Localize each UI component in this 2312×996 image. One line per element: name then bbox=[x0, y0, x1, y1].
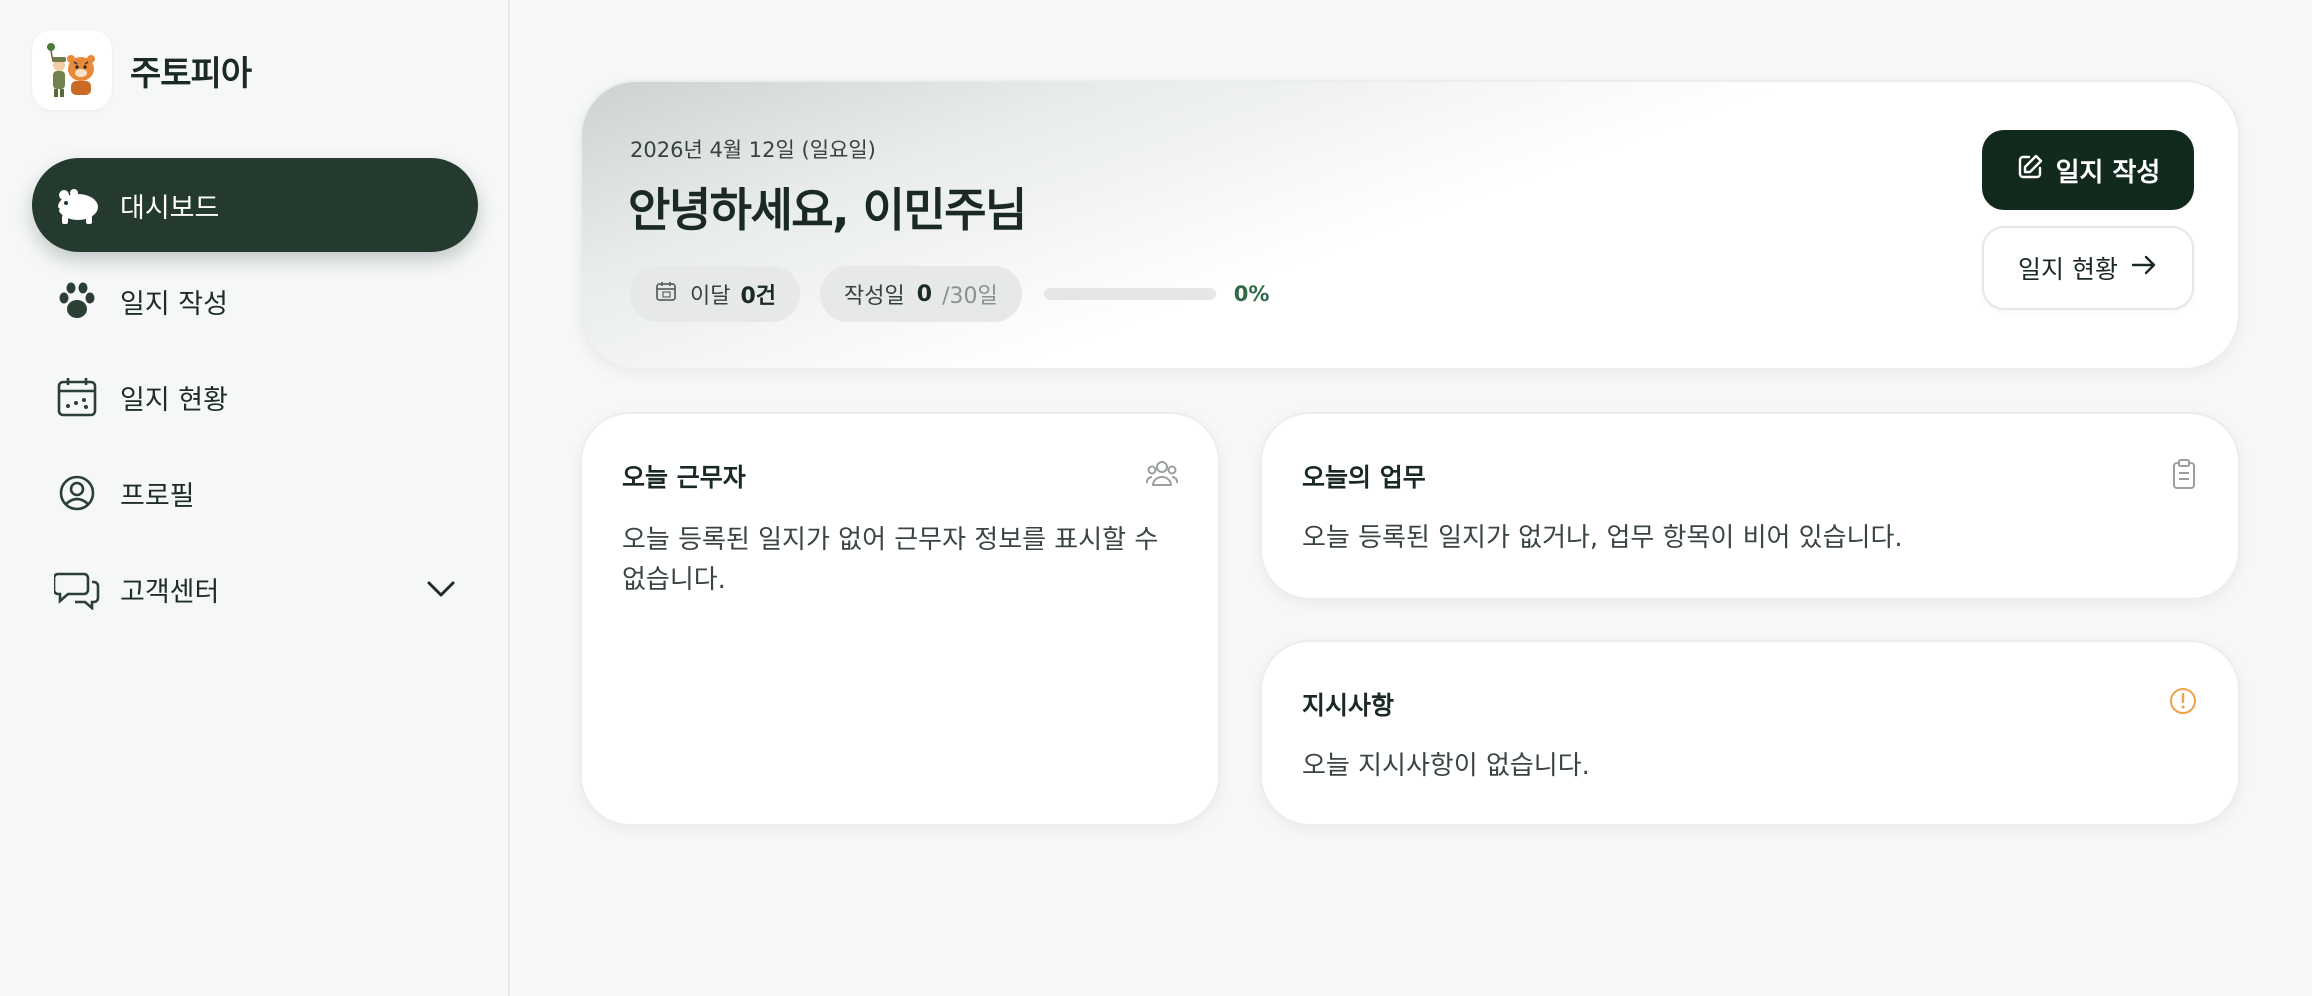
card-body: 오늘 등록된 일지가 없어 근무자 정보를 표시할 수 없습니다. bbox=[622, 525, 1159, 595]
month-label: 이달 bbox=[690, 284, 731, 309]
written-label: 작성일 bbox=[844, 284, 905, 309]
sidebar-item-label: 대시보드 bbox=[120, 192, 220, 224]
today-tasks-card: 오늘의 업무 오늘 등록된 일지가 없거나, 업무 항목이 비어 있습니다. bbox=[1260, 412, 2240, 600]
hippo-icon bbox=[52, 180, 102, 230]
instructions-card: 지시사항 오늘 지시사항이 없습니다. bbox=[1260, 640, 2240, 826]
paw-icon bbox=[52, 276, 102, 326]
progress-bar bbox=[1043, 288, 1216, 300]
alert-circle-icon bbox=[2168, 686, 2198, 720]
today-workers-card: 오늘 근무자 오늘 등록된 일지가 없어 근무자 정보를 표시할 수 없습니다. bbox=[580, 412, 1220, 826]
progress-percent: 0% bbox=[1233, 282, 1270, 306]
users-icon bbox=[1145, 458, 1179, 492]
today-date: 2026년 4월 12일 (일요일) bbox=[630, 138, 876, 162]
write-log-button[interactable]: 일지 작성 bbox=[1982, 130, 2194, 210]
card-body: 오늘 등록된 일지가 없거나, 업무 항목이 비어 있습니다. bbox=[1302, 523, 1903, 553]
sidebar: 주토피아 대시보드 일지 작성 일지 현황 프로필 고객센터 bbox=[0, 0, 510, 996]
chat-bubbles-icon bbox=[52, 564, 102, 614]
card-title: 오늘 근무자 bbox=[622, 463, 746, 492]
user-circle-icon bbox=[52, 468, 102, 518]
month-value: 0건 bbox=[740, 284, 777, 309]
written-days-chip: 작성일 0 /30일 bbox=[820, 266, 1022, 322]
brand[interactable]: 주토피아 bbox=[32, 30, 252, 110]
sidebar-item-label: 일지 작성 bbox=[120, 288, 228, 320]
sidebar-item-profile[interactable]: 프로필 bbox=[32, 446, 478, 540]
greeting-title: 안녕하세요, 이민주님 bbox=[628, 183, 1027, 237]
brand-name: 주토피아 bbox=[130, 53, 252, 94]
sidebar-item-label: 고객센터 bbox=[120, 576, 220, 608]
card-title: 오늘의 업무 bbox=[1302, 463, 1426, 492]
pencil-icon bbox=[2016, 153, 2044, 188]
sidebar-item-dashboard[interactable]: 대시보드 bbox=[32, 158, 478, 252]
sidebar-item-label: 프로필 bbox=[120, 480, 195, 512]
log-status-button[interactable]: 일지 현황 bbox=[1982, 226, 2194, 310]
clipboard-icon bbox=[2170, 458, 2198, 494]
written-total: /30일 bbox=[942, 284, 998, 309]
log-status-label: 일지 현황 bbox=[2018, 255, 2118, 284]
write-log-label: 일지 작성 bbox=[2055, 157, 2161, 188]
animal-mascot-logo bbox=[32, 30, 112, 110]
calendar-icon bbox=[52, 372, 102, 422]
card-title: 지시사항 bbox=[1302, 691, 1395, 720]
calendar-small-icon bbox=[654, 279, 678, 309]
arrow-right-icon bbox=[2130, 253, 2158, 283]
written-value: 0 bbox=[916, 281, 933, 307]
sidebar-item-log-status[interactable]: 일지 현황 bbox=[32, 350, 478, 444]
stats-row: 이달 0건 작성일 0 /30일 0% bbox=[630, 266, 1269, 322]
sidebar-item-write-log[interactable]: 일지 작성 bbox=[32, 254, 478, 348]
sidebar-item-customer-center[interactable]: 고객센터 bbox=[32, 542, 478, 636]
sidebar-item-label: 일지 현황 bbox=[120, 384, 228, 416]
card-body: 오늘 지시사항이 없습니다. bbox=[1302, 751, 1590, 781]
sidebar-nav: 대시보드 일지 작성 일지 현황 프로필 고객센터 bbox=[32, 158, 478, 638]
greeting-hero: 2026년 4월 12일 (일요일) 안녕하세요, 이민주님 이달 0건 작성일… bbox=[580, 80, 2240, 370]
chevron-down-icon[interactable] bbox=[426, 574, 456, 605]
month-count-chip: 이달 0건 bbox=[630, 266, 801, 322]
